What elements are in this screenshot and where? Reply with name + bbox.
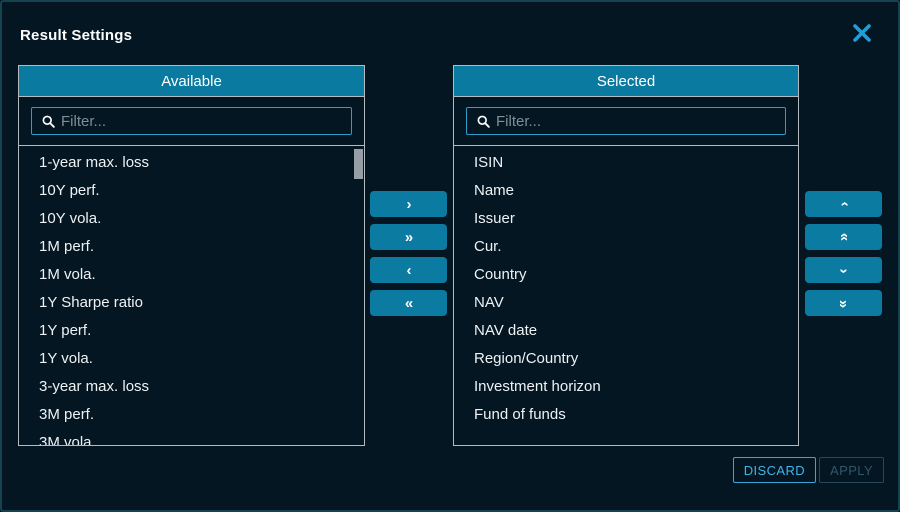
list-item[interactable]: Issuer (454, 205, 798, 233)
list-item[interactable]: Cur. (454, 233, 798, 261)
list-item[interactable]: NAV date (454, 317, 798, 345)
search-icon (41, 114, 56, 129)
list-item[interactable]: 1M perf. (19, 233, 364, 261)
list-item[interactable]: NAV (454, 289, 798, 317)
transfer-button-column: › » ‹ « (370, 191, 447, 316)
move-up-button[interactable]: › (805, 191, 882, 217)
move-all-left-button[interactable]: « (370, 290, 447, 316)
search-icon (476, 114, 491, 129)
list-item[interactable]: 1Y vola. (19, 345, 364, 373)
available-header: Available (19, 66, 364, 97)
chevron-double-right-icon: » (405, 230, 412, 245)
available-list: 1-year max. loss10Y perf.10Y vola.1M per… (19, 146, 364, 445)
move-down-button[interactable]: › (805, 257, 882, 283)
list-item[interactable]: 1-year max. loss (19, 149, 364, 177)
list-item[interactable]: 1Y Sharpe ratio (19, 289, 364, 317)
move-right-button[interactable]: › (370, 191, 447, 217)
chevron-left-icon: ‹ (407, 263, 411, 278)
list-item[interactable]: Name (454, 177, 798, 205)
list-item[interactable]: Fund of funds (454, 401, 798, 429)
result-settings-dialog: Result Settings Available 1-year max. lo… (0, 0, 900, 512)
order-button-column: › » › » (805, 191, 882, 316)
available-filter-box[interactable] (31, 107, 352, 135)
close-icon (852, 23, 872, 46)
available-filter-input[interactable] (61, 113, 342, 130)
list-item[interactable]: 1M vola. (19, 261, 364, 289)
list-item[interactable]: 3M perf. (19, 401, 364, 429)
list-item[interactable]: Country (454, 261, 798, 289)
move-to-top-button[interactable]: » (805, 224, 882, 250)
selected-header: Selected (454, 66, 798, 97)
list-item[interactable]: 3M vola. (19, 429, 364, 445)
apply-button[interactable]: APPLY (819, 457, 884, 483)
selected-list: ISINNameIssuerCur.CountryNAVNAV dateRegi… (454, 146, 798, 445)
list-item[interactable]: 1Y perf. (19, 317, 364, 345)
list-item[interactable]: ISIN (454, 149, 798, 177)
list-item[interactable]: 3-year max. loss (19, 373, 364, 401)
chevron-right-icon: › (407, 197, 411, 212)
available-panel: Available 1-year max. loss10Y perf.10Y v… (18, 65, 365, 446)
footer-actions: DISCARD APPLY (733, 457, 884, 483)
list-item[interactable]: Investment horizon (454, 373, 798, 401)
selected-filter-box[interactable] (466, 107, 786, 135)
move-to-bottom-button[interactable]: » (805, 290, 882, 316)
chevron-double-left-icon: « (405, 296, 412, 311)
selected-panel: Selected ISINNameIssuerCur.CountryNAVNAV… (453, 65, 799, 446)
discard-button[interactable]: DISCARD (733, 457, 816, 483)
chevron-up-icon: › (836, 202, 851, 206)
list-item[interactable]: 10Y vola. (19, 205, 364, 233)
chevron-double-down-icon: » (836, 299, 851, 306)
list-item[interactable]: 10Y perf. (19, 177, 364, 205)
chevron-down-icon: › (836, 268, 851, 272)
selected-filter-input[interactable] (496, 113, 776, 130)
move-left-button[interactable]: ‹ (370, 257, 447, 283)
page-title: Result Settings (20, 27, 132, 44)
available-filter-row (19, 97, 364, 146)
list-item[interactable]: Region/Country (454, 345, 798, 373)
selected-filter-row (454, 97, 798, 146)
move-all-right-button[interactable]: » (370, 224, 447, 250)
chevron-double-up-icon: » (836, 233, 851, 240)
close-button[interactable] (848, 20, 876, 48)
available-scrollbar-thumb[interactable] (354, 149, 363, 179)
